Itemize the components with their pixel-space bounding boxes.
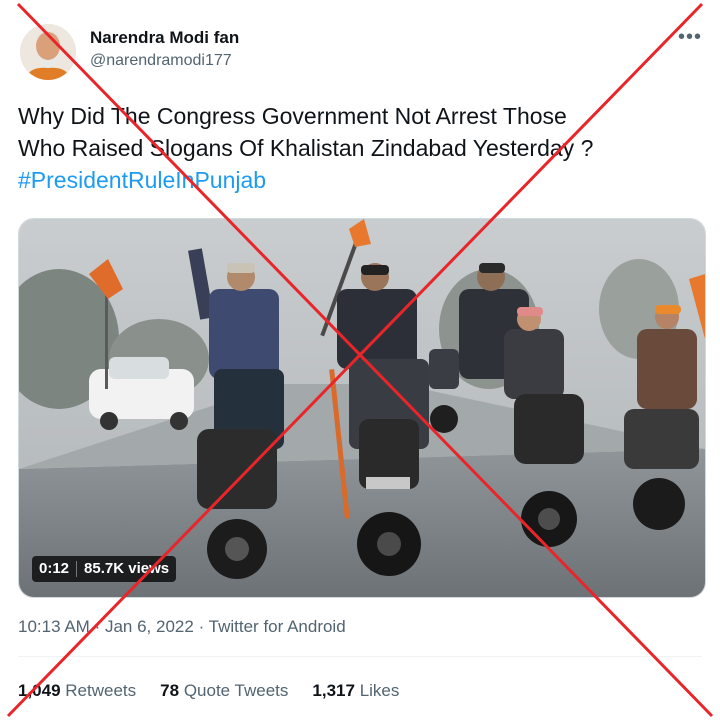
video-views: 85.7K views xyxy=(84,560,170,577)
tweet-date[interactable]: Jan 6, 2022 xyxy=(105,617,194,636)
tweet-line-2: Who Raised Slogans Of Khalistan Zindabad… xyxy=(18,135,594,161)
likes-label: Likes xyxy=(359,681,400,700)
hashtag-link[interactable]: #PresidentRuleInPunjab xyxy=(18,164,708,196)
retweets-count: 1,049 xyxy=(18,681,61,700)
likes-stat[interactable]: 1,317 Likes xyxy=(312,681,399,701)
author-handle[interactable]: @narendramodi177 xyxy=(90,52,232,70)
retweets-label: Retweets xyxy=(65,681,137,700)
quotes-count: 78 xyxy=(160,681,180,700)
meta-separator: · xyxy=(198,617,205,636)
video-duration: 0:12 xyxy=(39,560,70,577)
author-name[interactable]: Narendra Modi fan xyxy=(90,28,239,48)
retweets-stat[interactable]: 1,049 Retweets xyxy=(18,681,136,701)
tweet-time[interactable]: 10:13 AM xyxy=(18,617,90,636)
avatar-portrait xyxy=(20,24,76,80)
meta-separator: · xyxy=(94,617,101,636)
likes-count: 1,317 xyxy=(312,681,355,700)
quotes-label: Quote Tweets xyxy=(183,681,289,700)
tweet-line-1: Why Did The Congress Government Not Arre… xyxy=(18,103,567,129)
divider xyxy=(18,656,702,657)
video-overlay: 0:12 85.7K views xyxy=(32,556,177,582)
avatar[interactable] xyxy=(20,24,76,80)
tweet-source[interactable]: Twitter for Android xyxy=(209,617,346,636)
video-thumbnail xyxy=(19,219,705,597)
video-player[interactable] xyxy=(18,218,706,598)
tweet-stats: 1,049 Retweets 78 Quote Tweets 1,317 Lik… xyxy=(18,681,399,701)
more-horizontal-icon[interactable]: ••• xyxy=(678,26,702,49)
tweet-text: Why Did The Congress Government Not Arre… xyxy=(18,100,708,196)
quote-tweets-stat[interactable]: 78 Quote Tweets xyxy=(160,681,288,701)
tweet-meta: 10:13 AM · Jan 6, 2022 · Twitter for And… xyxy=(18,617,346,637)
